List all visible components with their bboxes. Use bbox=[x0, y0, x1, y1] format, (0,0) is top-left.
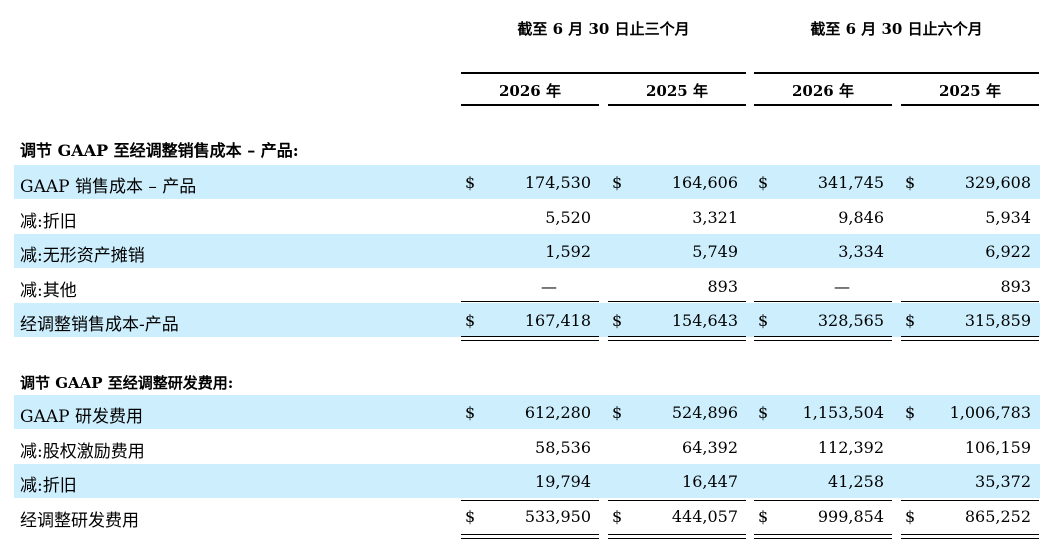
table-rule bbox=[461, 534, 599, 535]
row-label: GAAP 研发费用 bbox=[20, 407, 143, 427]
row-label: 减:折旧 bbox=[20, 476, 77, 496]
row-label: 减:其他 bbox=[20, 280, 77, 301]
cell-value: 341,745 bbox=[817, 173, 884, 192]
table-rule bbox=[608, 336, 746, 337]
year-header-col2: 2025 年 bbox=[646, 82, 708, 100]
table-rule bbox=[901, 534, 1039, 535]
table-rule bbox=[461, 538, 599, 539]
cell-value: 167,418 bbox=[524, 311, 591, 330]
table-rule bbox=[608, 538, 746, 539]
cell-value: 41,258 bbox=[828, 472, 884, 491]
cell-value: 612,280 bbox=[524, 403, 591, 422]
row-label: 减:折旧 bbox=[20, 211, 77, 232]
cell-value: 19,794 bbox=[535, 472, 591, 491]
table-rule bbox=[901, 340, 1039, 341]
year-rule-col2 bbox=[608, 104, 746, 106]
cell-value: 1,006,783 bbox=[949, 403, 1031, 422]
row-label: 减:无形资产摊销 bbox=[20, 246, 145, 266]
table-row: GAAP 研发费用 $612,280 $524,896 $1,153,504 $1,00… bbox=[14, 395, 1040, 429]
table-rule bbox=[754, 336, 892, 337]
cell-value: 16,447 bbox=[682, 472, 738, 491]
header-rule-three-months bbox=[461, 72, 746, 74]
cell-value: 5,520 bbox=[545, 207, 591, 227]
table-row: 减:股权激励费用 58,536 64,392 112,392 106,159 bbox=[14, 430, 1040, 464]
cell-value: 524,896 bbox=[671, 403, 738, 422]
header-rule-six-months bbox=[754, 72, 1039, 74]
table-rule bbox=[608, 500, 746, 501]
cell-value: 5,749 bbox=[692, 242, 738, 261]
year-header-col1: 2026 年 bbox=[499, 82, 561, 100]
table-row: GAAP 销售成本 – 产品 $174,530 $164,606 $341,745 $3… bbox=[14, 165, 1040, 199]
cell-value: 9,846 bbox=[838, 207, 884, 227]
row-label: 经调整销售成本-产品 bbox=[20, 315, 179, 335]
cell-value: 174,530 bbox=[524, 173, 591, 192]
table-rule bbox=[461, 336, 599, 337]
cell-value: 112,392 bbox=[817, 437, 884, 457]
table-rule bbox=[754, 500, 892, 501]
cell-value: 1,592 bbox=[545, 242, 591, 261]
header-six-months: 截至 6 月 30 日止六个月 bbox=[810, 20, 983, 38]
cell-value: 444,057 bbox=[671, 506, 738, 526]
cell-value: 154,643 bbox=[671, 311, 738, 330]
cell-value: 533,950 bbox=[524, 506, 591, 526]
year-rule-col4 bbox=[901, 104, 1039, 106]
table-row: 减:无形资产摊销 1,592 5,749 3,334 6,922 bbox=[14, 234, 1040, 268]
table-rule bbox=[461, 500, 599, 501]
cell-value: 35,372 bbox=[975, 472, 1031, 491]
table-rule bbox=[608, 301, 746, 302]
section-title-rd-expense: 调节 GAAP 至经调整研发费用: bbox=[20, 374, 234, 392]
row-label: 经调整研发费用 bbox=[20, 510, 139, 531]
cell-value: 64,392 bbox=[682, 437, 738, 457]
year-rule-col1 bbox=[461, 104, 599, 106]
table-rule bbox=[608, 340, 746, 341]
table-rule bbox=[901, 538, 1039, 539]
cell-value: 893 bbox=[707, 276, 738, 296]
cell-value: 6,922 bbox=[985, 242, 1031, 261]
year-header-col3: 2026 年 bbox=[792, 82, 854, 100]
cell-value: 328,565 bbox=[817, 311, 884, 330]
table-rule bbox=[754, 340, 892, 341]
table-row: 经调整研发费用 $533,950 $444,057 $999,854 $865,252 bbox=[14, 499, 1040, 533]
cell-value: 3,321 bbox=[692, 207, 738, 227]
cell-value: 58,536 bbox=[535, 437, 591, 457]
cell-value: 3,334 bbox=[838, 242, 884, 261]
cell-value: 164,606 bbox=[671, 173, 738, 192]
table-rule bbox=[754, 301, 892, 302]
table-rule bbox=[754, 534, 892, 535]
table-rule bbox=[608, 534, 746, 535]
cell-value: 999,854 bbox=[817, 506, 884, 526]
table-row: 减:折旧 5,520 3,321 9,846 5,934 bbox=[14, 200, 1040, 234]
table-row: 减:其他 — 893 — 893 bbox=[14, 269, 1040, 303]
table-row: 减:折旧 19,794 16,447 41,258 35,372 bbox=[14, 464, 1040, 498]
table-rule bbox=[461, 301, 599, 302]
cell-value: 329,608 bbox=[964, 173, 1031, 192]
table-rule bbox=[901, 301, 1039, 302]
year-rule-col3 bbox=[754, 104, 892, 106]
table-rule bbox=[754, 538, 892, 539]
table-rule bbox=[901, 336, 1039, 337]
cell-value: 865,252 bbox=[964, 506, 1031, 526]
cell-value: 893 bbox=[1000, 276, 1031, 296]
year-header-col4: 2025 年 bbox=[939, 82, 1001, 100]
table-rule bbox=[901, 500, 1039, 501]
section-title-cost-of-sales: 调节 GAAP 至经调整销售成本 – 产品: bbox=[20, 141, 299, 160]
cell-value: 1,153,504 bbox=[802, 403, 884, 422]
cell-value: 315,859 bbox=[964, 311, 1031, 330]
header-three-months: 截至 6 月 30 日止三个月 bbox=[517, 20, 690, 38]
row-label: GAAP 销售成本 – 产品 bbox=[20, 177, 197, 197]
cell-value: 5,934 bbox=[985, 207, 1031, 227]
cell-value: 106,159 bbox=[964, 437, 1031, 457]
cell-value: — bbox=[541, 276, 557, 296]
cell-value: — bbox=[834, 276, 850, 296]
table-rule bbox=[461, 340, 599, 341]
row-label: 减:股权激励费用 bbox=[20, 441, 145, 462]
table-row: 经调整销售成本-产品 $167,418 $154,643 $328,565 $315,8… bbox=[14, 303, 1040, 337]
